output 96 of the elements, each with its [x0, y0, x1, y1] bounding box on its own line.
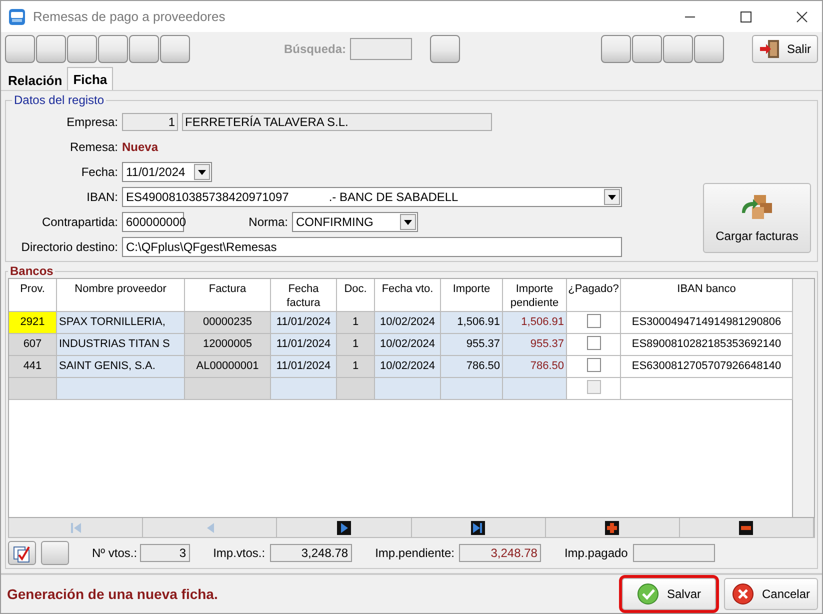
toolbar-button[interactable] [430, 35, 460, 63]
table-cell: 607 [9, 334, 57, 356]
table-cell [9, 378, 57, 400]
table-cell: INDUSTRIAS TITAN S [57, 334, 185, 356]
field-label: Remesa: [68, 140, 118, 154]
iban-dropdown[interactable]: ES4900810385738420971097 .- BANC DE SABADELL [122, 186, 622, 206]
table-cell: 1 [337, 312, 375, 334]
table-cell: 955.37 [503, 334, 567, 356]
field-label: Fecha: [80, 164, 118, 178]
table-cell: 11/01/2024 [271, 334, 337, 356]
field-label: IBAN: [86, 190, 118, 204]
field-label: Norma: [248, 214, 288, 228]
window-title: Remesas de pago a proveedores [33, 9, 226, 24]
table-cell [441, 378, 503, 400]
table-cell: 786.50 [441, 356, 503, 378]
search-label: Búsqueda: [284, 42, 346, 56]
table-cell [271, 378, 337, 400]
company-code-field: 1 [122, 112, 178, 130]
table-cell: AL00000001 [185, 356, 271, 378]
skip-first-icon [68, 520, 83, 534]
exit-door-icon [758, 39, 781, 59]
contra-account-field[interactable]: 600000000 [122, 212, 184, 232]
panel-title: Bancos [9, 264, 54, 278]
toolbar-button[interactable] [67, 35, 97, 63]
skip-last-icon [471, 520, 486, 534]
save-button[interactable]: Salvar [622, 578, 716, 610]
close-icon[interactable] [796, 10, 808, 22]
toolbar-button[interactable] [694, 35, 724, 63]
paid-checkbox[interactable] [586, 314, 600, 328]
total-label: Imp.vtos.: [213, 546, 266, 560]
table-cell: 441 [9, 356, 57, 378]
minus-icon [739, 520, 754, 534]
cancel-button[interactable]: Cancelar [724, 578, 818, 610]
cancel-icon [732, 583, 754, 605]
table-cell: 10/02/2024 [375, 334, 441, 356]
tab[interactable]: Relación [3, 70, 68, 90]
table-cell: 2921 [9, 312, 57, 334]
table-cell [375, 378, 441, 400]
table-cell: 1 [337, 334, 375, 356]
table-cell: 1 [337, 356, 375, 378]
total-label: Imp.pagado [564, 546, 628, 560]
table-cell: 11/01/2024 [271, 312, 337, 334]
exit-button[interactable]: Salir [752, 35, 818, 63]
next-icon [336, 520, 351, 534]
toolbar-button[interactable] [160, 35, 190, 63]
remittance-status: Nueva [122, 140, 158, 154]
table-cell: ES3000494714914981290806 [621, 312, 793, 334]
toolbar-button[interactable] [5, 35, 35, 63]
panel-title: Datos del registo [13, 93, 106, 107]
table-cell: 1,506.91 [441, 312, 503, 334]
nav-add-button[interactable] [546, 518, 680, 537]
norm-dropdown[interactable]: CONFIRMING [292, 212, 418, 232]
toolbar-button[interactable] [632, 35, 662, 63]
nav-next-button[interactable] [277, 518, 412, 537]
date-dropdown[interactable]: 11/01/2024 [122, 162, 212, 182]
directory-field[interactable]: C:\QFplus\QFgest\Remesas [122, 236, 622, 256]
table-cell: 955.37 [441, 334, 503, 356]
table-cell: 11/01/2024 [271, 356, 337, 378]
tab[interactable]: Ficha [67, 67, 114, 90]
toolbar-button[interactable] [98, 35, 128, 63]
table-cell: 10/02/2024 [375, 312, 441, 334]
check-icon [636, 583, 659, 605]
total-field: 3,248.78 [459, 544, 542, 562]
total-label: Imp.pendiente: [375, 546, 454, 560]
toolbar-button[interactable] [129, 35, 159, 63]
nav-remove-button[interactable] [680, 518, 814, 537]
field-label: Empresa: [66, 114, 118, 128]
paid-checkbox[interactable] [586, 336, 600, 350]
company-name-field: FERRETERÍA TALAVERA S.L. [182, 112, 492, 130]
table-cell [337, 378, 375, 400]
maximize-icon[interactable] [740, 10, 752, 22]
toolbar-button[interactable] [662, 35, 693, 63]
table-cell: ES8900810282185353692140 [621, 334, 793, 356]
toolbar-button[interactable] [600, 35, 631, 63]
blank-button[interactable] [41, 541, 69, 565]
plus-icon [605, 520, 620, 534]
total-label: Nº vtos.: [92, 546, 138, 560]
table-cell: SPAX TORNILLERIA, [57, 312, 185, 334]
checklist-button[interactable] [8, 541, 36, 565]
table-cell: SAINT GENIS, S.A. [57, 356, 185, 378]
table-cell: ES6300812705707926648140 [621, 356, 793, 378]
load-invoices-button[interactable]: Cargar facturas [703, 183, 811, 253]
nav-last-button[interactable] [412, 518, 546, 537]
table-cell: 1,506.91 [503, 312, 567, 334]
toolbar-button[interactable] [36, 35, 66, 63]
total-field: 3 [140, 544, 190, 562]
paid-checkbox[interactable] [586, 358, 600, 372]
total-field: 3,248.78 [270, 544, 352, 562]
table-cell: 786.50 [503, 356, 567, 378]
table-cell: 00000235 [185, 312, 271, 334]
field-label: Contrapartida: [40, 214, 118, 228]
field-label: Directorio destino: [20, 240, 118, 254]
app-icon [9, 8, 25, 24]
table-cell: 12000005 [185, 334, 271, 356]
table-cell: 10/02/2024 [375, 356, 441, 378]
status-message: Generación de una nueva ficha. [7, 586, 218, 602]
